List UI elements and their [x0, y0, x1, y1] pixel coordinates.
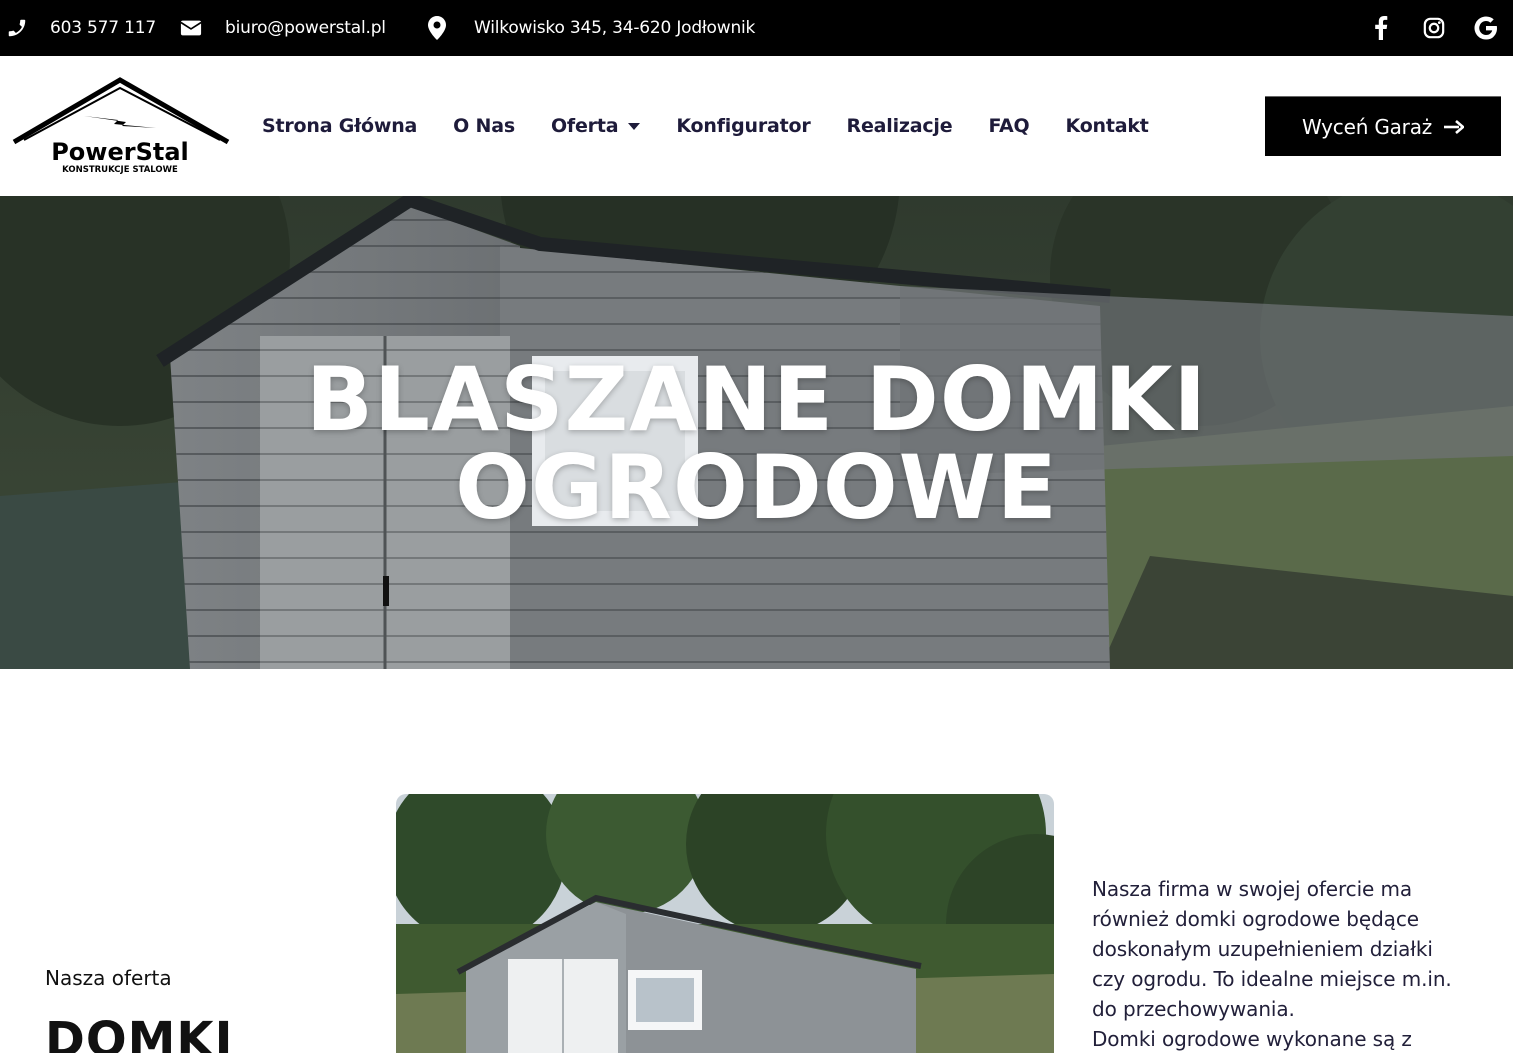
arrow-right-icon — [1444, 119, 1465, 134]
quote-garage-button[interactable]: Wyceń Garaż — [1265, 96, 1501, 156]
hero-title-line-1: BLASZANE DOMKI — [305, 348, 1208, 451]
nav-item-label: Strona Główna — [262, 115, 418, 137]
description-paragraph: Nasza firma w swojej ofercie ma również … — [1092, 877, 1452, 1021]
garden-shed-image — [396, 794, 1054, 1053]
site-header: PowerStal KONSTRUKCJE STALOWE Strona Głó… — [0, 56, 1513, 196]
main-nav: Strona Główna O Nas Oferta Konfigurator … — [262, 56, 1149, 196]
instagram-icon[interactable] — [1420, 14, 1448, 42]
email-address: biuro@powerstal.pl — [225, 18, 386, 38]
nav-item-label: Konfigurator — [676, 115, 811, 137]
powerstal-logo[interactable]: PowerStal KONSTRUKCJE STALOWE — [10, 76, 232, 176]
hero-title-line-2: OGRODOWE — [455, 436, 1058, 539]
quote-garage-label: Wyceń Garaż — [1301, 114, 1433, 139]
hero-title: BLASZANE DOMKI OGRODOWE — [0, 356, 1513, 532]
nav-item-label: O Nas — [453, 115, 515, 137]
phone-number: 603 577 117 — [50, 18, 156, 38]
logo-graphic: PowerStal KONSTRUKCJE STALOWE — [12, 77, 230, 175]
section-label: Nasza oferta — [45, 966, 172, 990]
nav-item-label: Realizacje — [846, 115, 953, 137]
nav-item-configurator[interactable]: Konfigurator — [676, 115, 810, 137]
nav-item-realizations[interactable]: Realizacje — [847, 115, 953, 137]
hero-banner: BLASZANE DOMKI OGRODOWE — [0, 196, 1513, 669]
phone-icon — [5, 16, 29, 40]
section-description: Nasza firma w swojej ofercie ma również … — [1092, 874, 1472, 1053]
google-icon[interactable] — [1472, 14, 1500, 42]
logo-name: PowerStal — [51, 138, 189, 166]
address-text: Wilkowisko 345, 34-620 Jodłownik — [474, 18, 756, 38]
nav-item-faq[interactable]: FAQ — [988, 115, 1029, 137]
nav-item-label: Kontakt — [1065, 115, 1149, 137]
section-heading: DOMKI — [45, 1012, 234, 1053]
nav-item-home[interactable]: Strona Główna — [262, 115, 417, 137]
chevron-down-icon — [628, 122, 641, 130]
email-link[interactable]: biuro@powerstal.pl — [225, 0, 386, 56]
nav-item-label: FAQ — [988, 115, 1030, 137]
nav-item-label: Oferta — [550, 115, 619, 137]
description-paragraph-2: Domki ogrodowe wykonane są z — [1092, 1027, 1412, 1051]
nav-item-offer[interactable]: Oferta — [550, 115, 641, 137]
garden-shed-photo — [396, 794, 1054, 1053]
nav-item-contact[interactable]: Kontakt — [1066, 115, 1149, 137]
logo-tagline: KONSTRUKCJE STALOWE — [62, 165, 178, 175]
top-bar: 603 577 117 biuro@powerstal.pl Wilkowisk… — [0, 0, 1513, 56]
address: Wilkowisko 345, 34-620 Jodłownik — [474, 0, 755, 56]
nav-item-about[interactable]: O Nas — [453, 115, 515, 137]
envelope-icon — [179, 16, 203, 40]
facebook-icon[interactable] — [1367, 14, 1395, 42]
map-marker-icon — [425, 16, 449, 40]
phone-link[interactable]: 603 577 117 — [50, 0, 156, 56]
